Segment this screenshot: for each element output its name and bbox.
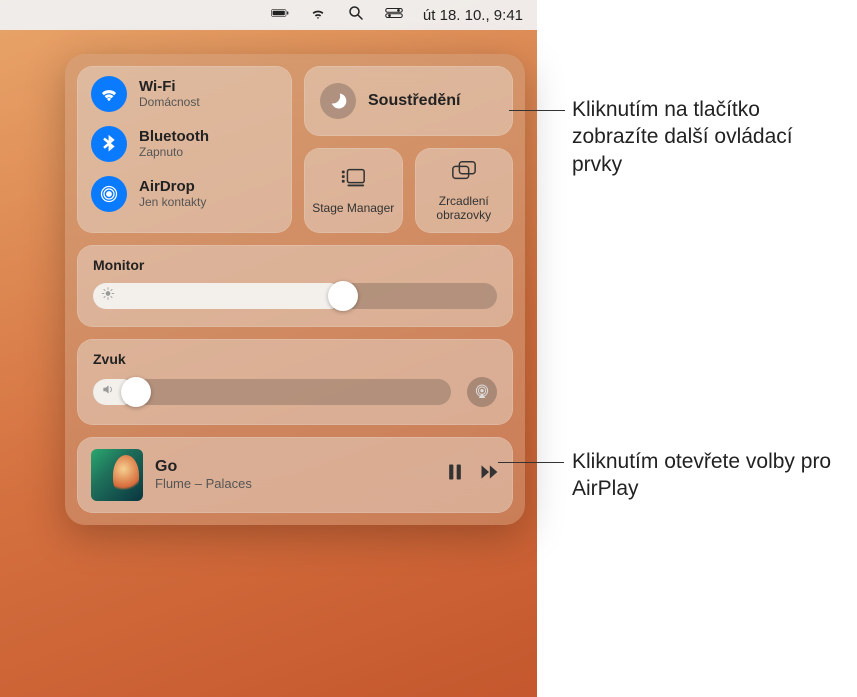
callout-focus-text: Kliknutím na tlačítko zobrazíte další ov…: [572, 98, 793, 176]
callout-focus: Kliknutím na tlačítko zobrazíte další ov…: [572, 96, 842, 178]
control-center-icon[interactable]: [385, 4, 403, 26]
brightness-icon: [101, 286, 115, 305]
menubar-datetime[interactable]: út 18. 10., 9:41: [423, 7, 523, 24]
now-playing-subtitle: Flume – Palaces: [155, 476, 433, 491]
airplay-audio-button[interactable]: [467, 377, 497, 407]
airdrop-title: AirDrop: [139, 178, 206, 195]
sound-tile: Zvuk: [77, 339, 513, 425]
sound-title: Zvuk: [93, 351, 497, 367]
bluetooth-subtitle: Zapnuto: [139, 146, 209, 160]
wifi-icon[interactable]: [309, 4, 327, 26]
display-tile: Monitor: [77, 245, 513, 327]
wifi-toggle[interactable]: Wi-Fi Domácnost: [91, 76, 278, 112]
display-title: Monitor: [93, 257, 497, 273]
moon-icon: [320, 83, 356, 119]
callout-airplay-text: Kliknutím otevřete volby pro AirPlay: [572, 450, 831, 500]
airdrop-icon: [91, 176, 127, 212]
connectivity-tile: Wi-Fi Domácnost Bluetooth Zapnuto AirD: [77, 66, 292, 233]
wifi-title: Wi-Fi: [139, 78, 200, 95]
bluetooth-icon: [91, 126, 127, 162]
focus-button[interactable]: Soustředění: [304, 66, 513, 136]
screen-mirroring-icon: [451, 158, 477, 189]
bluetooth-title: Bluetooth: [139, 128, 209, 145]
album-art: [91, 449, 143, 501]
wifi-subtitle: Domácnost: [139, 96, 200, 110]
menubar: út 18. 10., 9:41: [0, 0, 537, 30]
focus-label: Soustředění: [368, 92, 460, 110]
battery-icon: [271, 4, 289, 26]
pause-button[interactable]: [445, 462, 465, 487]
display-slider[interactable]: [93, 283, 497, 309]
screen-mirroring-button[interactable]: Zrcadlení obrazovky: [415, 148, 514, 233]
spotlight-icon[interactable]: [347, 4, 365, 26]
stage-manager-label: Stage Manager: [312, 202, 394, 216]
screen-mirroring-label: Zrcadlení obrazovky: [419, 195, 510, 223]
stage-manager-icon: [340, 165, 366, 196]
volume-icon: [101, 382, 115, 401]
bluetooth-toggle[interactable]: Bluetooth Zapnuto: [91, 126, 278, 162]
sound-slider[interactable]: [93, 379, 451, 405]
next-track-button[interactable]: [479, 462, 499, 487]
now-playing-title: Go: [155, 458, 433, 476]
stage-manager-button[interactable]: Stage Manager: [304, 148, 403, 233]
now-playing-tile[interactable]: Go Flume – Palaces: [77, 437, 513, 513]
airdrop-toggle[interactable]: AirDrop Jen kontakty: [91, 176, 278, 212]
airdrop-subtitle: Jen kontakty: [139, 196, 206, 210]
wifi-icon: [91, 76, 127, 112]
callout-airplay: Kliknutím otevřete volby pro AirPlay: [572, 448, 842, 503]
control-center-panel: Wi-Fi Domácnost Bluetooth Zapnuto AirD: [65, 54, 525, 525]
